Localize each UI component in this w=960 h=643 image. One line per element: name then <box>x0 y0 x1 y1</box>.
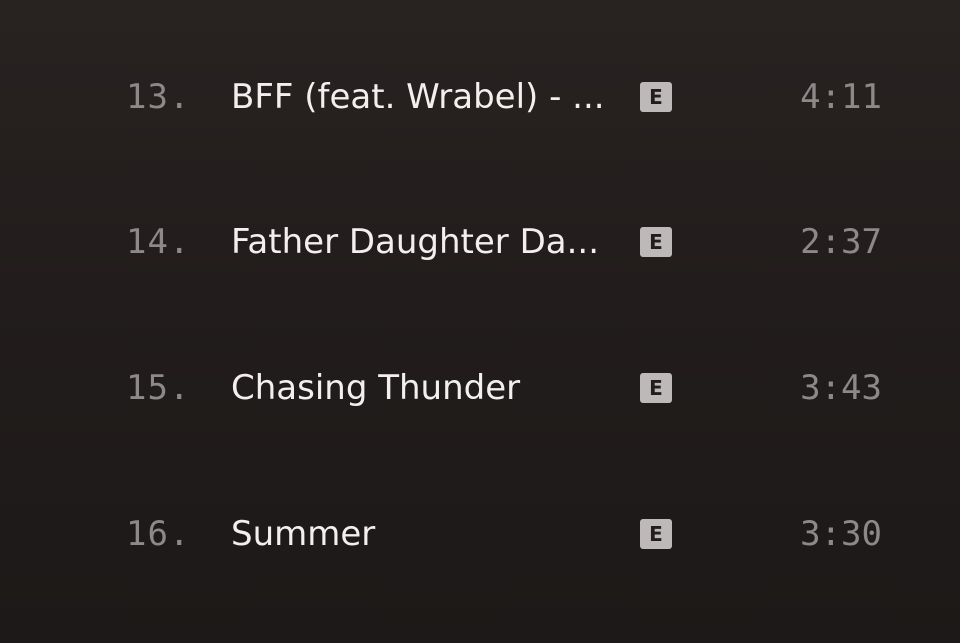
track-number: 13. <box>126 76 191 117</box>
track-number: 14. <box>126 221 191 262</box>
track-duration: 2:37 <box>800 221 882 262</box>
track-title: Father Daughter Da... <box>231 221 600 262</box>
track-number: 15. <box>126 367 191 408</box>
track-title: Summer <box>231 513 376 554</box>
track-number: 16. <box>126 513 191 554</box>
track-row[interactable]: 15. Chasing Thunder E 3:43 <box>0 315 960 460</box>
track-duration: 4:11 <box>800 76 882 117</box>
track-duration: 3:30 <box>800 513 882 554</box>
track-row[interactable]: 13. BFF (feat. Wrabel) - ... E 4:11 <box>0 24 960 169</box>
track-row[interactable]: 14. Father Daughter Da... E 2:37 <box>0 169 960 314</box>
track-duration: 3:43 <box>800 367 882 408</box>
explicit-icon: E <box>640 81 672 112</box>
explicit-icon: E <box>640 518 672 549</box>
explicit-icon: E <box>640 372 672 403</box>
track-list: 13. BFF (feat. Wrabel) - ... E 4:11 14. … <box>0 0 960 643</box>
explicit-icon: E <box>640 226 672 257</box>
track-title: Chasing Thunder <box>231 367 521 408</box>
track-row[interactable]: 16. Summer E 3:30 <box>0 461 960 606</box>
track-title: BFF (feat. Wrabel) - ... <box>231 76 605 117</box>
